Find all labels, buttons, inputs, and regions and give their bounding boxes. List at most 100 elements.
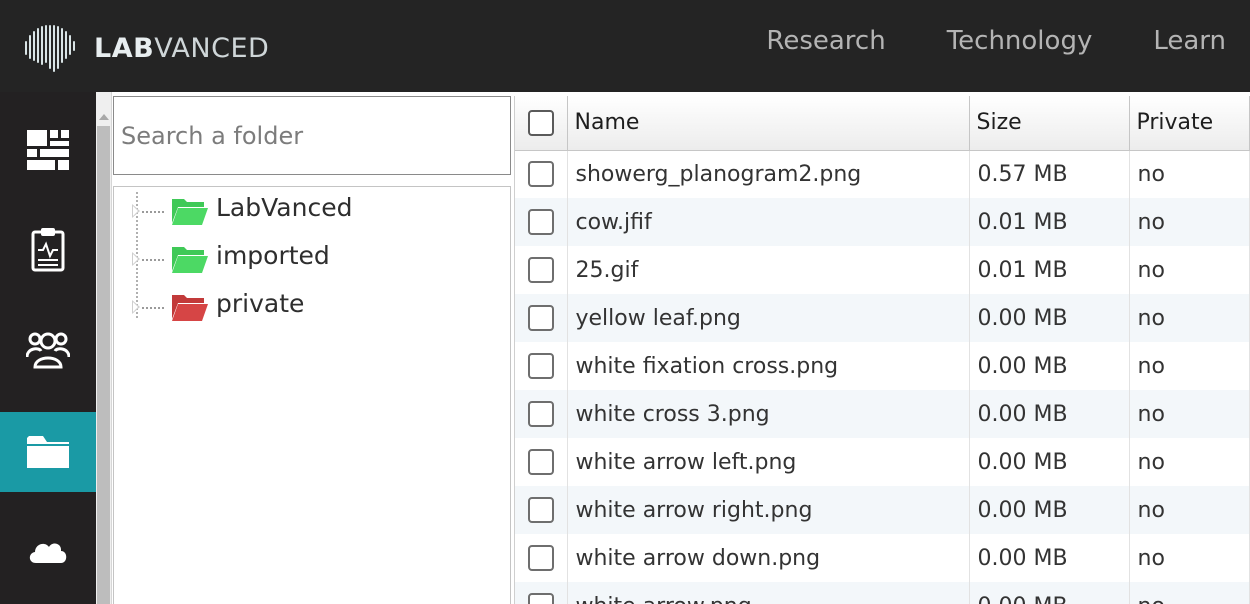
row-checkbox[interactable] — [527, 401, 554, 427]
row-checkbox[interactable] — [527, 593, 554, 604]
folder-search-box — [113, 96, 511, 175]
column-header-name[interactable]: Name — [567, 96, 970, 151]
scrollbar-thumb[interactable] — [97, 126, 110, 604]
table-row[interactable]: showerg_planogram2.png 0.57 MB no — [515, 150, 1250, 198]
nav-research-link[interactable]: Research — [766, 26, 885, 62]
row-checkbox[interactable] — [527, 449, 554, 475]
sidebar-item-dashboard[interactable] — [0, 110, 96, 190]
file-private-cell: no — [1129, 150, 1250, 198]
table-row[interactable]: white cross 3.png 0.00 MB no — [515, 390, 1250, 438]
file-name-cell: white arrow down.png — [567, 534, 970, 582]
tree-node-private[interactable]: private — [114, 287, 510, 327]
file-private-cell: no — [1129, 342, 1250, 390]
nav-technology-link[interactable]: Technology — [947, 26, 1093, 62]
expand-arrow-icon[interactable] — [132, 252, 140, 266]
row-checkbox-cell — [515, 342, 568, 390]
file-name-cell: 25.gif — [567, 246, 970, 294]
row-checkbox-cell — [515, 486, 568, 534]
file-private-cell: no — [1129, 198, 1250, 246]
labvanced-logo[interactable]: LABVANCED — [24, 24, 269, 72]
table-row[interactable]: yellow leaf.png 0.00 MB no — [515, 294, 1250, 342]
users-icon — [26, 332, 70, 369]
sidebar-item-studies[interactable] — [0, 210, 96, 290]
folder-tree: LabVanced imported private — [113, 186, 511, 604]
file-private-cell: no — [1129, 246, 1250, 294]
table-row[interactable]: white arrow left.png 0.00 MB no — [515, 438, 1250, 486]
logo-wordmark: LABVANCED — [94, 32, 270, 64]
select-all-header — [515, 96, 568, 151]
brain-wave-logo-icon — [25, 25, 75, 72]
file-size-cell: 0.00 MB — [969, 294, 1130, 342]
table-header-row: Name Size Private — [515, 96, 1250, 151]
row-checkbox[interactable] — [527, 353, 554, 379]
clipboard-icon — [31, 228, 65, 272]
row-checkbox[interactable] — [527, 257, 554, 283]
file-name-cell: white cross 3.png — [567, 390, 970, 438]
top-nav: Research Technology Learn — [766, 26, 1250, 62]
file-name-cell: showerg_planogram2.png — [567, 150, 970, 198]
file-private-cell: no — [1129, 294, 1250, 342]
tree-connector — [142, 307, 164, 309]
row-checkbox[interactable] — [527, 305, 554, 331]
table-row[interactable]: white arrow right.png 0.00 MB no — [515, 486, 1250, 534]
tree-node-imported[interactable]: imported — [114, 239, 510, 279]
select-all-checkbox[interactable] — [527, 109, 554, 136]
file-size-cell: 0.00 MB — [969, 390, 1130, 438]
dashboard-icon — [27, 130, 69, 170]
file-size-cell: 0.57 MB — [969, 150, 1130, 198]
file-private-cell: no — [1129, 486, 1250, 534]
file-table: Name Size Private showerg_planogram2.png… — [515, 96, 1250, 604]
file-name-cell: white arrow left.png — [567, 438, 970, 486]
cloud-icon — [29, 543, 67, 563]
file-private-cell: no — [1129, 438, 1250, 486]
sidebar-item-participants[interactable] — [0, 310, 96, 390]
tree-connector — [142, 211, 164, 213]
sidebar-item-cloud[interactable] — [0, 510, 96, 590]
table-row[interactable]: white fixation cross.png 0.00 MB no — [515, 342, 1250, 390]
file-private-cell: no — [1129, 534, 1250, 582]
file-size-cell: 0.01 MB — [969, 198, 1130, 246]
expand-arrow-icon[interactable] — [132, 204, 140, 218]
row-checkbox-cell — [515, 150, 568, 198]
file-table-container: Name Size Private showerg_planogram2.png… — [514, 96, 1250, 604]
sidebar-item-files[interactable] — [0, 412, 96, 492]
folder-icon — [27, 436, 69, 468]
scroll-up-arrow-icon[interactable] — [99, 114, 109, 120]
row-checkbox[interactable] — [527, 497, 554, 523]
file-name-cell: white arrow.png — [567, 582, 970, 604]
column-header-private[interactable]: Private — [1129, 96, 1250, 151]
row-checkbox[interactable] — [527, 545, 554, 571]
row-checkbox[interactable] — [527, 209, 554, 235]
row-checkbox-cell — [515, 390, 568, 438]
file-name-cell: white fixation cross.png — [567, 342, 970, 390]
sidebar — [0, 92, 96, 604]
folder-open-red-icon — [172, 295, 208, 321]
column-header-size[interactable]: Size — [969, 96, 1130, 151]
nav-learn-link[interactable]: Learn — [1153, 26, 1226, 62]
file-size-cell: 0.01 MB — [969, 246, 1130, 294]
table-row[interactable]: white arrow.png0.00 MBno — [515, 582, 1250, 604]
row-checkbox-cell — [515, 294, 568, 342]
top-bar: LABVANCED Research Technology Learn — [0, 0, 1250, 92]
file-size-cell: 0.00 MB — [969, 486, 1130, 534]
table-row[interactable]: cow.jfif 0.01 MB no — [515, 198, 1250, 246]
sidebar-scrollbar[interactable] — [96, 92, 112, 604]
row-checkbox-cell — [515, 246, 568, 294]
tree-node-labvanced[interactable]: LabVanced — [114, 191, 510, 231]
row-checkbox[interactable] — [527, 161, 554, 188]
folder-open-green-icon — [172, 247, 208, 273]
table-row[interactable]: white arrow down.png 0.00 MB no — [515, 534, 1250, 582]
row-checkbox-cell — [515, 438, 568, 486]
table-row[interactable]: 25.gif 0.01 MB no — [515, 246, 1250, 294]
row-checkbox-cell — [515, 198, 568, 246]
file-size-cell: 0.00 MB — [969, 342, 1130, 390]
folder-search-input[interactable] — [114, 97, 510, 174]
expand-arrow-icon[interactable] — [132, 300, 140, 314]
file-name-cell: cow.jfif — [567, 198, 970, 246]
tree-connector — [142, 259, 164, 261]
folder-open-green-icon — [172, 199, 208, 225]
file-size-cell: 0.00 MB — [969, 582, 1130, 604]
file-name-cell: white arrow right.png — [567, 486, 970, 534]
tree-node-label: LabVanced — [216, 193, 353, 222]
file-size-cell: 0.00 MB — [969, 534, 1130, 582]
